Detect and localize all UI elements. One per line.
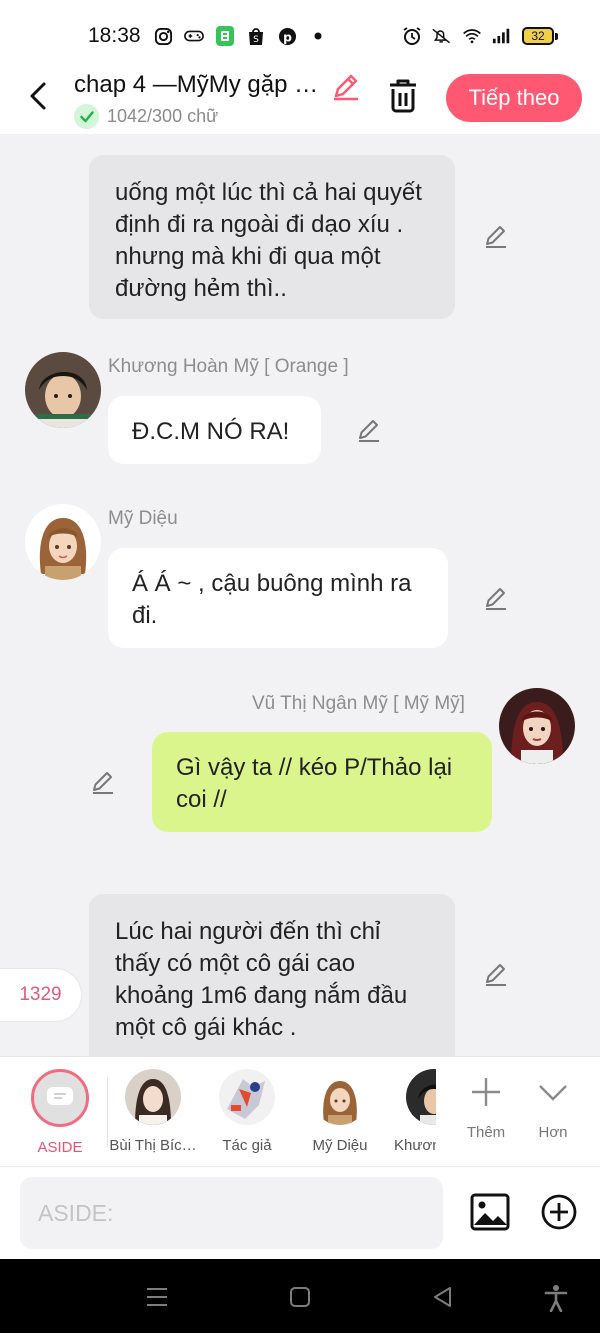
character-item[interactable]: Khươn bbox=[380, 1069, 436, 1154]
edit-message-button[interactable] bbox=[482, 584, 510, 612]
plus-circle-icon bbox=[541, 1194, 577, 1230]
character-item[interactable]: Mỹ Diệu bbox=[295, 1069, 385, 1154]
status-bar: 18:38 S p 32 bbox=[0, 0, 600, 70]
chat-bubble-icon bbox=[47, 1087, 73, 1105]
sender-name: Khương Hoàn Mỹ [ Orange ] bbox=[108, 356, 349, 377]
insert-image-button[interactable] bbox=[470, 1193, 510, 1231]
avatar[interactable] bbox=[25, 352, 101, 428]
character-item[interactable]: Bùi Thị Bíc… bbox=[108, 1069, 198, 1154]
aside-message[interactable]: uống một lúc thì cả hai quyết định đi ra… bbox=[89, 155, 455, 319]
character-name: Khươn bbox=[394, 1137, 436, 1154]
chevron-left-icon bbox=[30, 82, 46, 110]
avatar bbox=[406, 1069, 436, 1125]
avatar[interactable] bbox=[499, 688, 575, 764]
chevron-down-icon bbox=[539, 1085, 567, 1101]
delete-button[interactable] bbox=[386, 76, 424, 116]
message-input[interactable] bbox=[20, 1177, 443, 1249]
avatar bbox=[312, 1069, 368, 1125]
character-name: Mỹ Diệu bbox=[312, 1137, 368, 1154]
trash-icon bbox=[390, 79, 416, 113]
count-badge[interactable]: 1329 bbox=[0, 968, 82, 1022]
instagram-icon bbox=[153, 26, 173, 46]
svg-text:S: S bbox=[253, 35, 259, 45]
pencil-icon bbox=[334, 74, 358, 101]
expand-label: Hơn bbox=[538, 1124, 568, 1141]
menu-icon bbox=[147, 1288, 167, 1306]
system-nav-bar bbox=[0, 1259, 600, 1333]
edit-message-button[interactable] bbox=[482, 222, 510, 250]
character-name: ASIDE bbox=[37, 1139, 83, 1156]
character-item[interactable]: Tác giả bbox=[202, 1069, 292, 1154]
pencil-icon bbox=[359, 420, 379, 442]
battery-indicator: 32 bbox=[522, 27, 558, 45]
back-button[interactable] bbox=[20, 78, 56, 114]
add-character-button[interactable]: Thêm bbox=[456, 1069, 516, 1141]
notification-icons: S p bbox=[153, 26, 328, 46]
svg-text:p: p bbox=[283, 30, 292, 44]
character-aside[interactable]: ASIDE bbox=[15, 1069, 105, 1156]
character-message[interactable]: Đ.C.M NÓ RA! bbox=[108, 396, 321, 464]
accessibility-icon bbox=[544, 1285, 568, 1313]
check-icon bbox=[74, 104, 99, 129]
aside-message[interactable]: Lúc hai người đến thì chỉ thấy có một cô… bbox=[89, 894, 455, 1056]
edit-message-button[interactable] bbox=[482, 960, 510, 988]
edit-message-button[interactable] bbox=[355, 416, 383, 444]
edit-message-button[interactable] bbox=[89, 768, 117, 796]
chapter-header: chap 4 —MỹMy gặp nạn 1042/300 chữ Tiếp t… bbox=[0, 62, 600, 134]
home-nav-button[interactable] bbox=[287, 1284, 313, 1310]
home-square-icon bbox=[290, 1287, 310, 1307]
wallet-icon bbox=[215, 26, 235, 46]
pencil-icon bbox=[93, 772, 113, 794]
system-icons: 32 bbox=[402, 26, 558, 46]
composer bbox=[0, 1166, 600, 1259]
dot-icon bbox=[308, 26, 328, 46]
chat-area[interactable]: uống một lúc thì cả hai quyết định đi ra… bbox=[0, 134, 600, 1056]
status-time: 18:38 bbox=[88, 24, 141, 47]
avatar[interactable] bbox=[25, 504, 101, 580]
gamepad-icon bbox=[184, 26, 204, 46]
pinterest-icon: p bbox=[277, 26, 297, 46]
word-count-row: 1042/300 chữ bbox=[74, 104, 218, 129]
battery-tip-icon bbox=[555, 32, 558, 40]
expand-button[interactable]: Hơn bbox=[524, 1069, 582, 1141]
accessibility-button[interactable] bbox=[543, 1284, 569, 1313]
avatar bbox=[219, 1069, 275, 1125]
menu-nav-button[interactable] bbox=[144, 1284, 170, 1310]
edit-title-button[interactable] bbox=[330, 70, 362, 102]
wifi-icon bbox=[462, 26, 482, 46]
battery-level: 32 bbox=[522, 27, 554, 45]
more-label: Thêm bbox=[466, 1124, 506, 1141]
shopee-icon: S bbox=[246, 26, 266, 46]
image-icon bbox=[470, 1193, 510, 1231]
signal-icon bbox=[492, 26, 512, 46]
alarm-icon bbox=[402, 26, 422, 46]
back-nav-button[interactable] bbox=[430, 1284, 456, 1310]
pencil-icon bbox=[486, 588, 506, 610]
own-message[interactable]: Gì vậy ta // kéo P/Thảo lại coi // bbox=[152, 732, 492, 832]
sender-name: Vũ Thị Ngân Mỹ [ Mỹ Mỹ] bbox=[252, 693, 465, 714]
avatar bbox=[125, 1069, 181, 1125]
pencil-icon bbox=[486, 964, 506, 986]
sender-name: Mỹ Diệu bbox=[108, 508, 178, 529]
character-selector: ASIDE Bùi Thị Bíc… Tác giả Mỹ Diệu Khươn… bbox=[0, 1056, 600, 1166]
mute-icon bbox=[432, 26, 452, 46]
character-name: Tác giả bbox=[222, 1137, 272, 1154]
next-button[interactable]: Tiếp theo bbox=[446, 74, 582, 122]
aside-avatar bbox=[31, 1069, 89, 1127]
add-button[interactable] bbox=[541, 1194, 577, 1230]
character-name: Bùi Thị Bíc… bbox=[109, 1137, 197, 1154]
triangle-back-icon bbox=[434, 1287, 451, 1307]
word-count: 1042/300 chữ bbox=[107, 106, 219, 126]
pencil-icon bbox=[486, 226, 506, 248]
chapter-title[interactable]: chap 4 —MỹMy gặp nạn bbox=[74, 71, 328, 99]
plus-icon bbox=[472, 1078, 500, 1106]
character-message[interactable]: Á Á ~ , cậu buông mình ra đi. bbox=[108, 548, 448, 648]
